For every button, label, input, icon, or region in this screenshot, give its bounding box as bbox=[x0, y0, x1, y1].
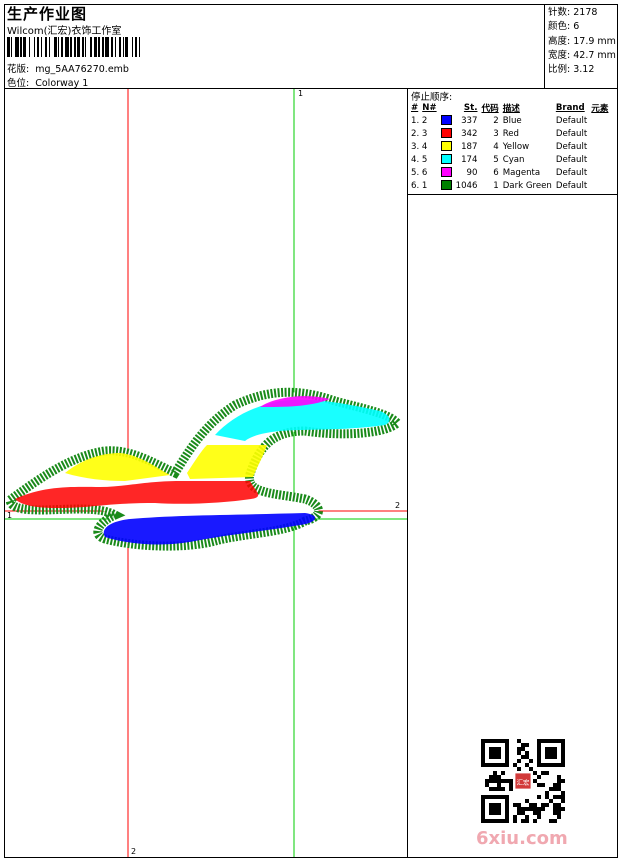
stop-index: 2. 3 bbox=[411, 128, 428, 139]
stitch-count: 90 bbox=[466, 167, 478, 178]
col-needle: N# bbox=[422, 102, 437, 113]
design-canvas: 1 1 2 2 bbox=[5, 89, 408, 857]
fill-yellow-left bbox=[65, 453, 170, 481]
col-description: 描述 bbox=[502, 103, 520, 114]
color-description: Magenta bbox=[502, 167, 541, 178]
stitch-count: 174 bbox=[461, 154, 478, 165]
color-code: 4 bbox=[493, 141, 499, 152]
table-row: 4. 5 174 5 Cyan Default bbox=[409, 153, 610, 166]
svg-text:汇宏: 汇宏 bbox=[517, 778, 530, 787]
color-swatch bbox=[439, 127, 454, 140]
table-row: 1. 2 337 2 Blue Default bbox=[409, 114, 610, 127]
green-horizontal-label: 1 bbox=[7, 511, 13, 520]
colorway-label: 色位: bbox=[7, 78, 30, 89]
table-row: 6. 1 1046 1 Dark Green Default bbox=[409, 179, 610, 192]
swatch-icon bbox=[440, 180, 452, 191]
colorway-name: Colorway 1 bbox=[35, 78, 89, 89]
table-row: 2. 3 342 3 Red Default bbox=[409, 127, 610, 140]
color-swatch bbox=[439, 166, 454, 179]
element-cell bbox=[589, 140, 610, 153]
color-swatch bbox=[439, 114, 454, 127]
thread-brand: Default bbox=[555, 180, 588, 191]
color-description: Blue bbox=[502, 115, 522, 126]
color-code: 3 bbox=[493, 128, 499, 139]
col-element: 元素 bbox=[591, 103, 609, 114]
color-code: 1 bbox=[493, 180, 499, 191]
stat-height: 高度: 17.9 mm bbox=[548, 35, 616, 47]
thread-brand: Default bbox=[555, 128, 588, 139]
color-description: Cyan bbox=[502, 154, 525, 165]
stop-sequence-table: # N# St. 代码 描述 Brand 元素 1. 2 337 2 Blue Defa… bbox=[409, 101, 610, 192]
swatch-icon bbox=[440, 115, 452, 126]
element-cell bbox=[589, 127, 610, 140]
swatch-icon bbox=[440, 154, 452, 165]
thread-brand: Default bbox=[555, 154, 588, 165]
col-code: 代码 bbox=[481, 103, 499, 114]
qr-code: 汇宏 bbox=[481, 739, 565, 823]
sheet-title: 生产作业图 bbox=[7, 5, 88, 23]
element-cell bbox=[589, 166, 610, 179]
color-code: 2 bbox=[493, 115, 499, 126]
table-row: 5. 6 90 6 Magenta Default bbox=[409, 166, 610, 179]
bird-design bbox=[5, 387, 403, 551]
color-description: Yellow bbox=[502, 141, 530, 152]
design-file-label: 花版: bbox=[7, 64, 30, 75]
red-vertical-label: 2 bbox=[131, 847, 137, 856]
embroidery-preview bbox=[5, 89, 407, 857]
stop-sequence-panel: 停止顺序: # N# St. 代码 描述 Brand 元素 1. 2 337 2 Bl… bbox=[408, 89, 618, 195]
stitch-count: 342 bbox=[461, 128, 478, 139]
col-index: # bbox=[411, 102, 419, 113]
stitch-count: 187 bbox=[461, 141, 478, 152]
col-stitches: St. bbox=[463, 102, 478, 113]
header-stats-divider bbox=[544, 4, 545, 88]
stat-scale: 比例: 3.12 bbox=[548, 64, 595, 76]
stat-colors: 颜色: 6 bbox=[548, 21, 580, 33]
color-description: Red bbox=[502, 128, 520, 139]
stop-index: 5. 6 bbox=[411, 167, 428, 178]
color-swatch bbox=[439, 140, 454, 153]
color-swatch bbox=[439, 179, 454, 192]
stitch-count: 337 bbox=[461, 115, 478, 126]
color-description: Dark Green bbox=[502, 180, 552, 191]
color-code: 5 bbox=[493, 154, 499, 165]
design-stats: 针数: 2178 颜色: 6 高度: 17.9 mm 宽度: 42.7 mm 比… bbox=[548, 6, 616, 77]
thread-brand: Default bbox=[555, 141, 588, 152]
green-vertical-label: 1 bbox=[298, 89, 304, 98]
stat-stitches: 针数: 2178 bbox=[548, 7, 598, 18]
swatch-icon bbox=[440, 167, 452, 178]
stop-index: 3. 4 bbox=[411, 141, 428, 152]
company-name: Wilcom(汇宏)衣饰工作室 bbox=[7, 26, 122, 37]
stop-index: 6. 1 bbox=[411, 180, 428, 191]
element-cell bbox=[589, 153, 610, 166]
design-file-name: mg_5AA76270.emb bbox=[35, 64, 129, 75]
barcode bbox=[7, 37, 183, 57]
table-row: 3. 4 187 4 Yellow Default bbox=[409, 140, 610, 153]
colorway-row: 色位: Colorway 1 bbox=[7, 75, 88, 89]
red-horizontal-label: 2 bbox=[395, 501, 401, 510]
col-swatch bbox=[439, 101, 454, 114]
watermark: 6xiu.com bbox=[476, 828, 568, 849]
col-brand: Brand bbox=[555, 102, 585, 113]
color-swatch bbox=[439, 153, 454, 166]
color-code: 6 bbox=[493, 167, 499, 178]
element-cell bbox=[589, 114, 610, 127]
stat-width: 宽度: 42.7 mm bbox=[548, 49, 616, 61]
stop-index: 1. 2 bbox=[411, 115, 428, 126]
table-header-row: # N# St. 代码 描述 Brand 元素 bbox=[409, 101, 610, 114]
element-cell bbox=[589, 179, 610, 192]
thread-brand: Default bbox=[555, 167, 588, 178]
swatch-icon bbox=[440, 141, 452, 152]
swatch-icon bbox=[440, 128, 452, 139]
design-file-row: 花版: mg_5AA76270.emb bbox=[7, 61, 129, 75]
thread-brand: Default bbox=[555, 115, 588, 126]
stitch-count: 1046 bbox=[455, 180, 478, 191]
stop-index: 4. 5 bbox=[411, 154, 428, 165]
